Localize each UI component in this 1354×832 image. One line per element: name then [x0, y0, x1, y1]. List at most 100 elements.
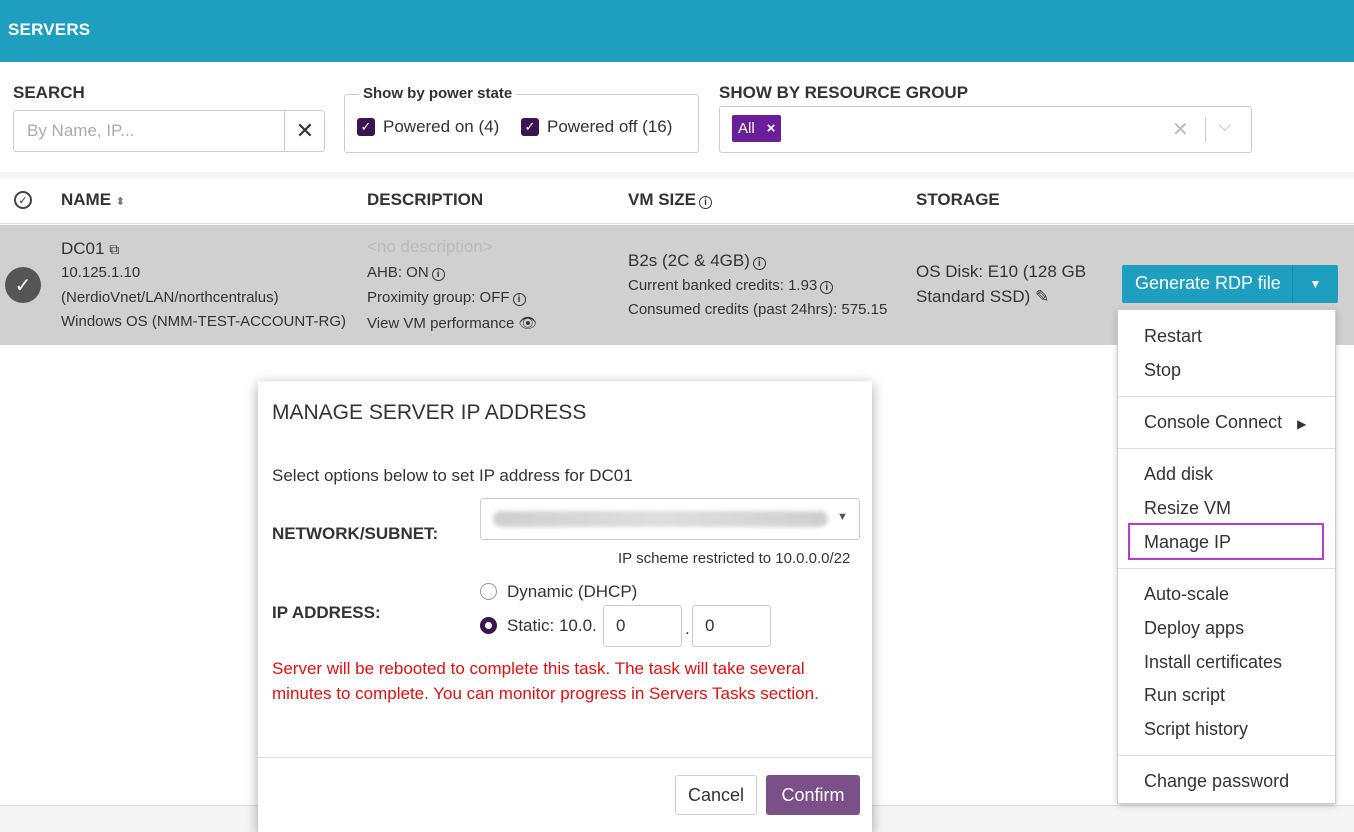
dot-separator: . — [685, 619, 690, 638]
clear-selection-icon[interactable]: ✕ — [1172, 117, 1189, 142]
info-icon[interactable]: i — [820, 281, 834, 294]
search-input[interactable] — [14, 111, 284, 151]
resource-group-label: SHOW BY RESOURCE GROUP — [719, 83, 969, 102]
pencil-icon[interactable]: ✎ — [1035, 287, 1049, 306]
generate-rdp-label[interactable]: Generate RDP file — [1135, 273, 1281, 294]
top-bar: SERVERS — [0, 0, 1354, 62]
manage-ip-modal: MANAGE SERVER IP ADDRESS Select options … — [258, 381, 872, 832]
external-link-icon[interactable]: ⧉ — [109, 241, 119, 257]
menu-item-stop[interactable]: Stop — [1144, 360, 1181, 381]
menu-item-deploy-apps[interactable]: Deploy apps — [1144, 618, 1244, 639]
generate-rdp-button[interactable]: Generate RDP file ▼ — [1122, 265, 1338, 303]
search-label: SEARCH — [13, 83, 85, 102]
caret-right-icon: ▶ — [1297, 417, 1307, 431]
menu-item-script-history[interactable]: Script history — [1144, 719, 1248, 740]
modal-divider — [258, 757, 872, 758]
selected-check-icon[interactable]: ✓ — [5, 267, 41, 303]
server-os: Windows OS (NMM-TEST-ACCOUNT-RG) — [61, 313, 346, 330]
info-icon[interactable]: i — [431, 268, 445, 281]
banked-credits: Current banked credits: 1.93 i — [628, 277, 834, 294]
static-label: Static: 10.0. — [507, 616, 597, 635]
actions-dropdown-menu: Restart Stop Console Connect ▶ Add disk … — [1117, 309, 1336, 804]
menu-item-resize-vm[interactable]: Resize VM — [1144, 498, 1231, 519]
column-storage: STORAGE — [916, 190, 1000, 209]
powered-on-checkbox[interactable]: ✓ — [357, 118, 375, 136]
divider — [1205, 117, 1206, 142]
sort-icon[interactable]: ⬍ — [116, 196, 125, 208]
info-icon[interactable]: i — [752, 257, 766, 270]
modal-intro: Select options below to set IP address f… — [272, 466, 633, 485]
powered-off-label: Powered off (16) — [547, 117, 673, 136]
description-value[interactable]: <no description> — [367, 237, 493, 257]
eye-icon[interactable]: 👁 — [518, 315, 537, 332]
info-icon[interactable]: i — [512, 293, 526, 306]
view-performance-label[interactable]: View VM performance — [367, 315, 514, 332]
menu-item-run-script[interactable]: Run script — [1144, 685, 1225, 706]
menu-item-change-password[interactable]: Change password — [1144, 771, 1289, 792]
dynamic-radio[interactable] — [480, 583, 497, 600]
dynamic-label: Dynamic (DHCP) — [507, 582, 638, 601]
clear-search-icon[interactable]: ✕ — [284, 111, 325, 151]
menu-item-add-disk[interactable]: Add disk — [1144, 464, 1213, 485]
ahb-label: AHB: ON — [367, 264, 429, 281]
proximity-label: Proximity group: OFF — [367, 289, 510, 306]
column-vm-size: VM SIZE i — [628, 190, 713, 210]
modal-title: MANAGE SERVER IP ADDRESS — [272, 401, 587, 424]
menu-item-manage-ip[interactable]: Manage IP — [1144, 532, 1231, 553]
menu-item-restart[interactable]: Restart — [1144, 326, 1202, 347]
cancel-button[interactable]: Cancel — [675, 775, 757, 815]
info-icon[interactable]: i — [699, 196, 713, 209]
chevron-down-icon[interactable]: ⌵ — [1218, 115, 1232, 136]
search-box: ✕ — [13, 110, 325, 152]
menu-divider — [1118, 755, 1335, 756]
caret-down-icon[interactable]: ▼ — [1292, 265, 1338, 303]
menu-item-auto-scale[interactable]: Auto-scale — [1144, 584, 1229, 605]
reboot-warning: Server will be rebooted to complete this… — [272, 659, 819, 703]
resource-group-tag: All × — [732, 115, 782, 142]
console-connect-label[interactable]: Console Connect — [1144, 412, 1282, 432]
blurred-value — [493, 511, 828, 527]
menu-item-install-certificates[interactable]: Install certificates — [1144, 652, 1282, 673]
column-name[interactable]: NAME ⬍ — [61, 190, 125, 210]
select-all-icon[interactable]: ✓ — [14, 191, 32, 209]
ip-scheme-note: IP scheme restricted to 10.0.0.0/22 — [618, 550, 851, 567]
page-title: SERVERS — [8, 20, 91, 39]
storage-line-2-label: Standard SSD) — [916, 287, 1031, 306]
power-state-legend: Show by power state — [359, 85, 517, 102]
view-performance-link[interactable]: View VM performance 👁 — [367, 314, 538, 332]
banked-credits-label: Current banked credits: 1.93 — [628, 277, 818, 294]
storage-line-2: Standard SSD) ✎ — [916, 287, 1049, 307]
confirm-button[interactable]: Confirm — [766, 775, 860, 815]
proximity-status: Proximity group: OFF i — [367, 289, 526, 306]
vm-size-value: B2s (2C & 4GB) i — [628, 251, 766, 271]
remove-tag-icon[interactable]: × — [767, 120, 776, 137]
server-ip: 10.125.1.10 — [61, 264, 141, 281]
powered-off-checkbox[interactable]: ✓ — [521, 118, 539, 136]
consumed-credits: Consumed credits (past 24hrs): 575.15 — [628, 301, 888, 318]
ip-address-label: IP ADDRESS: — [272, 603, 381, 622]
ahb-status: AHB: ON i — [367, 264, 445, 281]
static-radio[interactable] — [480, 617, 497, 634]
server-name[interactable]: DC01 — [61, 239, 104, 258]
column-description: DESCRIPTION — [367, 190, 484, 209]
menu-divider — [1118, 568, 1335, 569]
column-name-label: NAME — [61, 190, 112, 209]
column-vm-size-label: VM SIZE — [628, 190, 697, 209]
network-subnet-select[interactable]: ▼ — [480, 498, 860, 540]
powered-on-label: Powered on (4) — [383, 117, 500, 136]
power-state-filter: Show by power state ✓ Powered on (4) ✓ P… — [344, 85, 699, 153]
resource-group-select[interactable]: All × ✕ ⌵ — [719, 106, 1252, 153]
server-name-cell[interactable]: DC01 ⧉ — [61, 239, 119, 259]
network-label: NETWORK/SUBNET: — [272, 524, 439, 543]
menu-divider — [1118, 448, 1335, 449]
caret-down-icon[interactable]: ▼ — [837, 511, 848, 523]
octet-4-input[interactable]: 0 — [692, 605, 771, 647]
storage-line-1: OS Disk: E10 (128 GB — [916, 262, 1087, 281]
table-header: ✓ NAME ⬍ DESCRIPTION VM SIZE i STORAGE — [0, 178, 1354, 224]
server-network: (NerdioVnet/LAN/northcentralus) — [61, 289, 279, 306]
menu-item-console-connect[interactable]: Console Connect ▶ — [1144, 412, 1306, 433]
menu-divider — [1118, 396, 1335, 397]
tag-label: All — [738, 120, 755, 137]
octet-3-input[interactable]: 0 — [603, 605, 682, 647]
vm-size-label: B2s (2C & 4GB) — [628, 251, 750, 270]
